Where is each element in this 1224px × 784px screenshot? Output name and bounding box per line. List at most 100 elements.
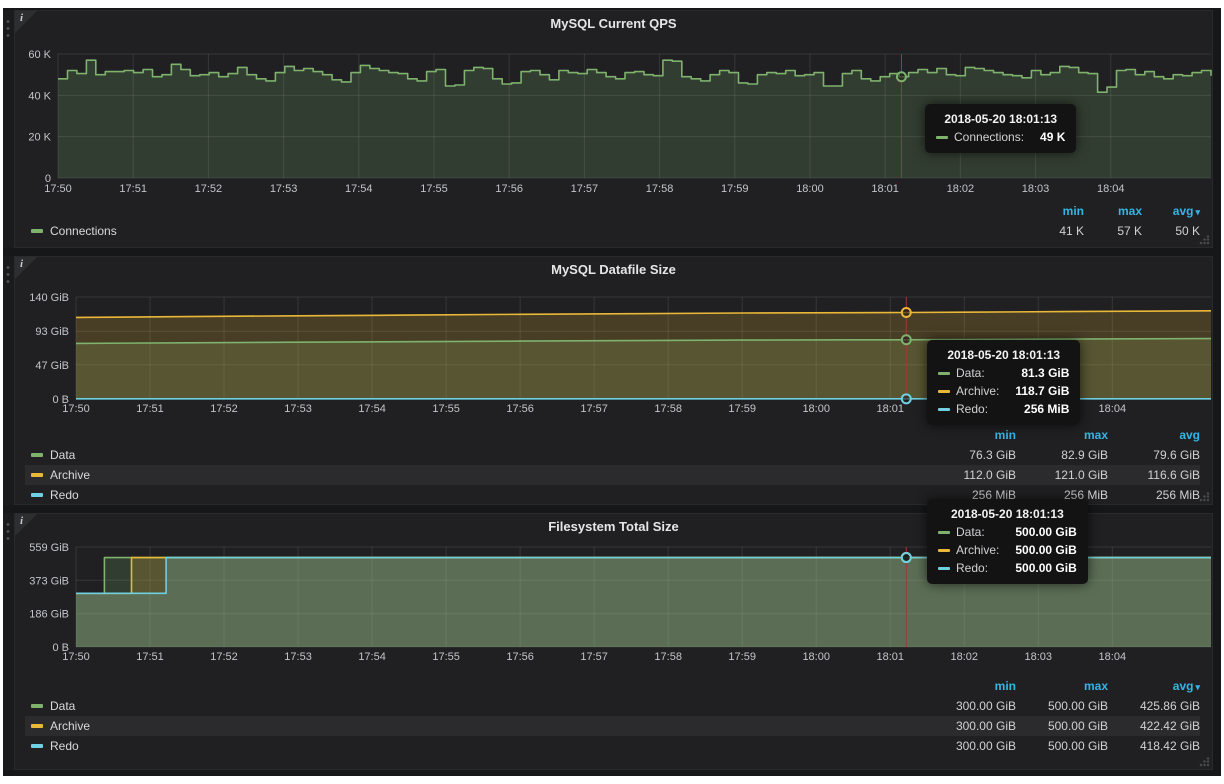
legend-stat-value: 112.0 GiB — [924, 468, 1016, 482]
x-axis-tick-label: 17:59 — [721, 183, 749, 195]
legend-stat-value: 500.00 GiB — [1016, 739, 1108, 753]
legend-series-row: Archive300.00 GiB500.00 GiB422.42 GiB — [25, 716, 1200, 736]
panel-header: MySQL Datafile Size — [15, 257, 1212, 283]
tooltip-series-value: 118.7 GiB — [999, 384, 1069, 398]
graph-tooltip: 2018-05-20 18:01:13 Connections:49 K — [925, 104, 1076, 153]
legend-stat-value: 256 MiB — [1108, 488, 1200, 502]
tooltip-series-swatch — [938, 531, 950, 534]
legend-sort-avg[interactable]: avg▾ — [1108, 679, 1200, 693]
legend-stat-value: 425.86 GiB — [1108, 699, 1200, 713]
legend-stat-value: 57 K — [1084, 224, 1142, 238]
x-axis-tick-label: 17:54 — [358, 403, 386, 415]
legend-sort-min[interactable]: min — [1026, 204, 1084, 218]
tooltip-timestamp: 2018-05-20 18:01:13 — [938, 348, 1069, 362]
tooltip-series-label: Data: — [956, 525, 985, 539]
x-axis-tick-label: 18:00 — [802, 403, 830, 415]
legend-stat-value: 500.00 GiB — [1016, 699, 1108, 713]
drag-dots-icon — [6, 18, 10, 40]
x-axis-tick-label: 17:57 — [571, 183, 599, 195]
panel-resize-handle[interactable] — [1199, 491, 1210, 502]
legend-series-name[interactable]: Data — [50, 448, 75, 462]
legend-series-name[interactable]: Connections — [50, 224, 117, 238]
legend-sort-max[interactable]: max — [1016, 679, 1108, 693]
x-axis-tick-label: 18:00 — [796, 183, 824, 195]
tooltip-series-swatch — [938, 372, 950, 375]
x-axis-tick-label: 18:04 — [1099, 403, 1127, 415]
legend-series-name[interactable]: Archive — [50, 719, 90, 733]
panel-resize-handle[interactable] — [1199, 756, 1210, 767]
panel-drag-handle[interactable] — [3, 513, 14, 770]
legend-series-name[interactable]: Redo — [50, 488, 79, 502]
x-axis-tick-label: 17:56 — [495, 183, 523, 195]
legend-series-name[interactable]: Data — [50, 699, 75, 713]
tooltip-series-label: Archive: — [956, 543, 999, 557]
series-color-swatch[interactable] — [31, 229, 43, 233]
panel-title[interactable]: MySQL Datafile Size — [551, 257, 676, 283]
panel-drag-handle[interactable] — [3, 256, 14, 505]
tooltip-series-swatch — [936, 136, 948, 139]
series-color-swatch[interactable] — [31, 744, 43, 748]
legend-sort-max[interactable]: max — [1084, 204, 1142, 218]
x-axis-tick-label: 17:56 — [506, 403, 534, 415]
x-axis-tick-label: 17:55 — [432, 651, 460, 663]
info-icon[interactable]: i — [15, 514, 37, 536]
y-axis-tick-label: 186 GiB — [29, 609, 69, 621]
panel-drag-handle[interactable] — [3, 10, 14, 248]
series-color-swatch[interactable] — [31, 473, 43, 477]
info-icon[interactable]: i — [15, 11, 37, 33]
tooltip-series-label: Data: — [956, 366, 985, 380]
sort-caret-icon: ▾ — [1195, 682, 1200, 692]
x-axis-tick-label: 18:01 — [871, 183, 899, 195]
legend-sort-min[interactable]: min — [924, 428, 1016, 442]
legend-header-row: minmaxavg▾ — [25, 676, 1200, 696]
legend-sort-avg[interactable]: avg — [1108, 428, 1200, 442]
info-icon[interactable]: i — [15, 257, 37, 279]
tooltip-series-label: Redo: — [956, 561, 988, 575]
legend-series-name[interactable]: Archive — [50, 468, 90, 482]
y-axis-tick-label: 373 GiB — [29, 575, 69, 587]
legend-stat-value: 116.6 GiB — [1108, 468, 1200, 482]
x-axis-tick-label: 18:03 — [1022, 183, 1050, 195]
legend-stat-value: 82.9 GiB — [1016, 448, 1108, 462]
x-axis-tick-label: 17:58 — [654, 651, 682, 663]
tooltip-series-label: Connections: — [954, 130, 1024, 144]
legend-stat-value: 300.00 GiB — [924, 739, 1016, 753]
panel-title[interactable]: Filesystem Total Size — [548, 514, 679, 540]
y-axis-tick-label: 20 K — [28, 132, 51, 144]
x-axis-tick-label: 18:01 — [876, 403, 904, 415]
legend-sort-min[interactable]: min — [924, 679, 1016, 693]
y-axis-tick-label: 60 K — [28, 49, 51, 61]
drag-dots-icon — [6, 521, 10, 543]
legend-sort-max[interactable]: max — [1016, 428, 1108, 442]
graph-tooltip: 2018-05-20 18:01:13 Data:81.3 GiB Archive… — [927, 340, 1080, 425]
tooltip-series-value: 500.00 GiB — [999, 561, 1076, 575]
tooltip-timestamp: 2018-05-20 18:01:13 — [936, 112, 1065, 126]
panel-title[interactable]: MySQL Current QPS — [550, 11, 676, 37]
legend-series-row: Archive112.0 GiB121.0 GiB116.6 GiB — [25, 465, 1200, 485]
legend-series-name[interactable]: Redo — [50, 739, 79, 753]
tooltip-series-row: Data:81.3 GiB — [938, 366, 1069, 380]
series-color-swatch[interactable] — [31, 704, 43, 708]
tooltip-series-swatch — [938, 390, 950, 393]
tooltip-series-value: 49 K — [1024, 130, 1065, 144]
legend-stat-value: 41 K — [1026, 224, 1084, 238]
series-color-swatch[interactable] — [31, 724, 43, 728]
tooltip-series-row: Connections:49 K — [936, 130, 1065, 144]
legend-stat-value: 76.3 GiB — [924, 448, 1016, 462]
x-axis-tick-label: 17:51 — [136, 403, 164, 415]
y-axis-tick-label: 140 GiB — [29, 292, 69, 304]
legend-series-row: Data300.00 GiB500.00 GiB425.86 GiB — [25, 696, 1200, 716]
x-axis-tick-label: 18:02 — [947, 183, 975, 195]
tooltip-series-label: Redo: — [956, 402, 988, 416]
tooltip-series-swatch — [938, 549, 950, 552]
x-axis-tick-label: 17:59 — [728, 651, 756, 663]
panel-resize-handle[interactable] — [1199, 234, 1210, 245]
legend-stat-value: 422.42 GiB — [1108, 719, 1200, 733]
x-axis-tick-label: 18:02 — [950, 651, 978, 663]
series-color-swatch[interactable] — [31, 453, 43, 457]
tooltip-series-row: Archive:118.7 GiB — [938, 384, 1069, 398]
x-axis-tick-label: 17:52 — [210, 403, 238, 415]
series-color-swatch[interactable] — [31, 493, 43, 497]
x-axis-tick-label: 17:59 — [728, 403, 756, 415]
legend-sort-avg[interactable]: avg▾ — [1142, 204, 1200, 218]
